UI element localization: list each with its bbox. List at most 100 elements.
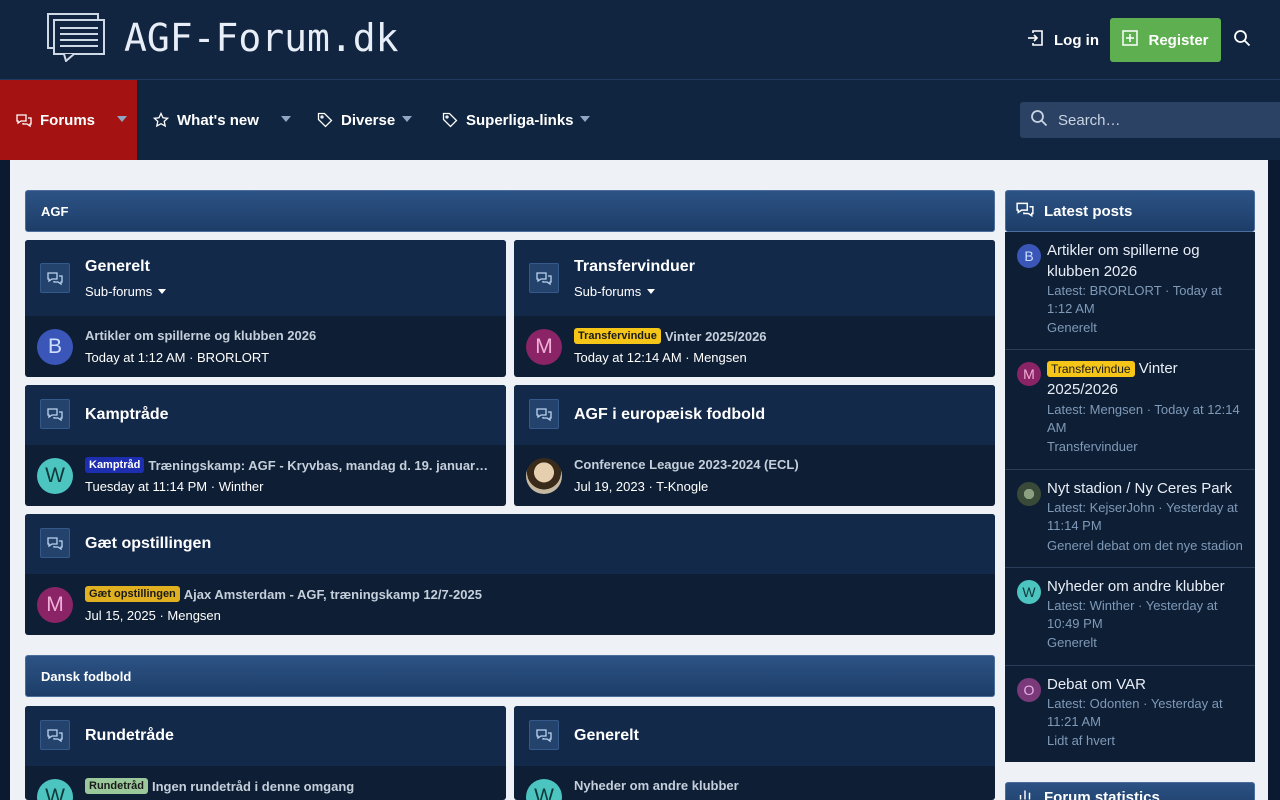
- list-item[interactable]: M Transfervindue Vinter 2025/2026 Latest…: [1005, 350, 1255, 470]
- prefix-badge[interactable]: Transfervindue: [1047, 361, 1135, 377]
- tag-icon: [317, 112, 333, 128]
- post-meta[interactable]: Latest: KejserJohn · Yesterday at 11:14 …: [1047, 499, 1247, 535]
- forum-node-gaet-opstillingen[interactable]: Gæt opstillingen M Gæt opstillingen Ajax…: [25, 514, 995, 635]
- node-title[interactable]: Gæt opstillingen: [85, 535, 211, 553]
- forum-node-kamptraade[interactable]: Kamptråde W Kamptråd Træningskamp: AGF -…: [25, 385, 506, 506]
- list-item[interactable]: W Nyheder om andre klubber Latest: Winth…: [1005, 568, 1255, 666]
- node-title[interactable]: Generelt: [574, 727, 639, 745]
- node-title[interactable]: Rundetråde: [85, 727, 174, 745]
- avatar[interactable]: B: [37, 329, 73, 365]
- last-post-user[interactable]: T-Knogle: [656, 479, 708, 494]
- comments-icon: [40, 263, 70, 293]
- avatar[interactable]: M: [37, 587, 73, 623]
- avatar[interactable]: B: [1017, 244, 1041, 268]
- login-button[interactable]: Log in: [1026, 27, 1099, 53]
- last-post-date[interactable]: Today at 12:14 AM: [574, 350, 682, 365]
- node-title[interactable]: Generelt: [85, 258, 150, 276]
- last-post-title[interactable]: Artikler om spillerne og klubben 2026: [85, 328, 491, 343]
- post-meta[interactable]: Latest: Mengsen · Today at 12:14 AM: [1047, 401, 1247, 437]
- avatar[interactable]: O: [1017, 678, 1041, 702]
- node-title[interactable]: Kamptråde: [85, 406, 169, 424]
- last-post-user[interactable]: Mengsen: [693, 350, 746, 365]
- post-title[interactable]: Artikler om spillerne og klubben 2026: [1047, 240, 1247, 282]
- post-forum[interactable]: Lidt af hvert: [1047, 733, 1115, 748]
- post-meta[interactable]: Latest: Odonten · Yesterday at 11:21 AM: [1047, 695, 1247, 731]
- forum-node-dansk-generelt[interactable]: Generelt W Nyheder om andre klubber: [514, 706, 995, 800]
- avatar[interactable]: M: [1017, 362, 1041, 386]
- prefix-badge[interactable]: Rundetråd: [85, 778, 148, 794]
- chevron-down-icon: [647, 289, 656, 294]
- post-forum[interactable]: Generelt: [1047, 635, 1097, 650]
- site-header: AGF-Forum.dk Log in Register: [0, 0, 1280, 80]
- list-item[interactable]: Nyt stadion / Ny Ceres Park Latest: Kejs…: [1005, 470, 1255, 568]
- logo-icon[interactable]: [46, 12, 106, 63]
- last-post-user[interactable]: Mengsen: [167, 608, 220, 623]
- post-title[interactable]: Transfervindue Vinter 2025/2026: [1047, 358, 1247, 400]
- superliga-dropdown-caret[interactable]: [580, 116, 590, 122]
- tab-superliga-links[interactable]: Superliga-links: [442, 80, 574, 160]
- node-last-post: B Artikler om spillerne og klubben 2026 …: [25, 316, 506, 376]
- post-meta[interactable]: Latest: Winther · Yesterday at 10:49 PM: [1047, 597, 1247, 633]
- node-title[interactable]: Transfervinduer: [574, 258, 695, 276]
- latest-posts-list: B Artikler om spillerne og klubben 2026 …: [1005, 232, 1255, 762]
- avatar[interactable]: M: [526, 329, 562, 365]
- sub-forums-toggle[interactable]: Sub-forums: [85, 284, 167, 299]
- post-title[interactable]: Nyt stadion / Ny Ceres Park: [1047, 478, 1247, 499]
- post-forum[interactable]: Transfervinduer: [1047, 439, 1138, 454]
- post-forum[interactable]: Generel debat om det nye stadion: [1047, 538, 1243, 553]
- tab-diverse[interactable]: Diverse: [317, 80, 395, 160]
- avatar-photo[interactable]: [1017, 482, 1041, 506]
- forum-node-rundetraade[interactable]: Rundetråde W Rundetråd Ingen rundetråd i…: [25, 706, 506, 800]
- avatar[interactable]: W: [526, 779, 562, 800]
- avatar[interactable]: W: [37, 458, 73, 494]
- comments-icon: [529, 720, 559, 750]
- category-title: AGF: [41, 203, 69, 219]
- category-header-dansk-fodbold[interactable]: Dansk fodbold: [25, 655, 995, 697]
- comments-icon: [40, 720, 70, 750]
- sub-forums-toggle[interactable]: Sub-forums: [574, 284, 656, 299]
- prefix-badge[interactable]: Transfervindue: [574, 328, 661, 344]
- last-post-title[interactable]: Transfervindue Vinter 2025/2026: [574, 328, 980, 344]
- last-post-date[interactable]: Tuesday at 11:14 PM: [85, 479, 207, 494]
- post-title[interactable]: Debat om VAR: [1047, 674, 1247, 695]
- search-icon[interactable]: [1233, 29, 1251, 52]
- logo-text[interactable]: AGF-Forum.dk: [124, 16, 399, 60]
- last-post-user[interactable]: Winther: [219, 479, 264, 494]
- forum-node-transfervinduer[interactable]: Transfervinduer Sub-forums M Transfervin…: [514, 240, 995, 377]
- latest-posts-header: Latest posts: [1005, 190, 1255, 232]
- last-post-date[interactable]: Today at 1:12 AM: [85, 350, 185, 365]
- last-post-title[interactable]: Rundetråd Ingen rundetråd i denne omgang: [85, 778, 491, 794]
- whats-new-dropdown-caret[interactable]: [281, 116, 291, 122]
- prefix-badge[interactable]: Gæt opstillingen: [85, 586, 180, 602]
- register-button[interactable]: Register: [1110, 18, 1221, 62]
- avatar[interactable]: W: [37, 779, 73, 800]
- node-title[interactable]: AGF i europæisk fodbold: [574, 406, 765, 424]
- diverse-dropdown-caret[interactable]: [402, 116, 412, 122]
- last-post-title[interactable]: Gæt opstillingen Ajax Amsterdam - AGF, t…: [85, 586, 980, 602]
- tab-whats-new[interactable]: What's new: [153, 80, 259, 160]
- last-post-meta: Today at 1:12 AM · BRORLORT: [85, 350, 270, 365]
- forum-node-generelt[interactable]: Generelt Sub-forums B Artikler om spille…: [25, 240, 506, 377]
- last-post-user[interactable]: BRORLORT: [197, 350, 269, 365]
- forum-node-agf-europa[interactable]: AGF i europæisk fodbold Conference Leagu…: [514, 385, 995, 506]
- avatar[interactable]: W: [1017, 580, 1041, 604]
- post-title[interactable]: Nyheder om andre klubber: [1047, 576, 1247, 597]
- list-item[interactable]: B Artikler om spillerne og klubben 2026 …: [1005, 232, 1255, 350]
- last-post-title[interactable]: Kamptråd Træningskamp: AGF - Kryvbas, ma…: [85, 457, 491, 473]
- last-post-title[interactable]: Nyheder om andre klubber: [574, 778, 980, 793]
- last-post-date[interactable]: Jul 19, 2023: [574, 479, 645, 494]
- node-last-post: M Transfervindue Vinter 2025/2026 Today …: [514, 316, 995, 376]
- last-post-date[interactable]: Jul 15, 2025: [85, 608, 156, 623]
- prefix-badge[interactable]: Kamptråd: [85, 457, 145, 473]
- login-label: Log in: [1054, 31, 1099, 49]
- tab-forums-label: Forums: [40, 111, 96, 129]
- search-input[interactable]: Search…: [1020, 102, 1280, 138]
- post-forum[interactable]: Generelt: [1047, 320, 1097, 335]
- last-post-title[interactable]: Conference League 2023-2024 (ECL): [574, 457, 980, 472]
- category-header-agf[interactable]: AGF: [25, 190, 995, 232]
- post-meta[interactable]: Latest: BRORLORT · Today at 1:12 AM: [1047, 282, 1247, 318]
- avatar-photo[interactable]: [526, 458, 562, 494]
- list-item[interactable]: O Debat om VAR Latest: Odonten · Yesterd…: [1005, 666, 1255, 762]
- comments-icon: [1016, 200, 1034, 222]
- forums-dropdown-caret[interactable]: [117, 116, 127, 122]
